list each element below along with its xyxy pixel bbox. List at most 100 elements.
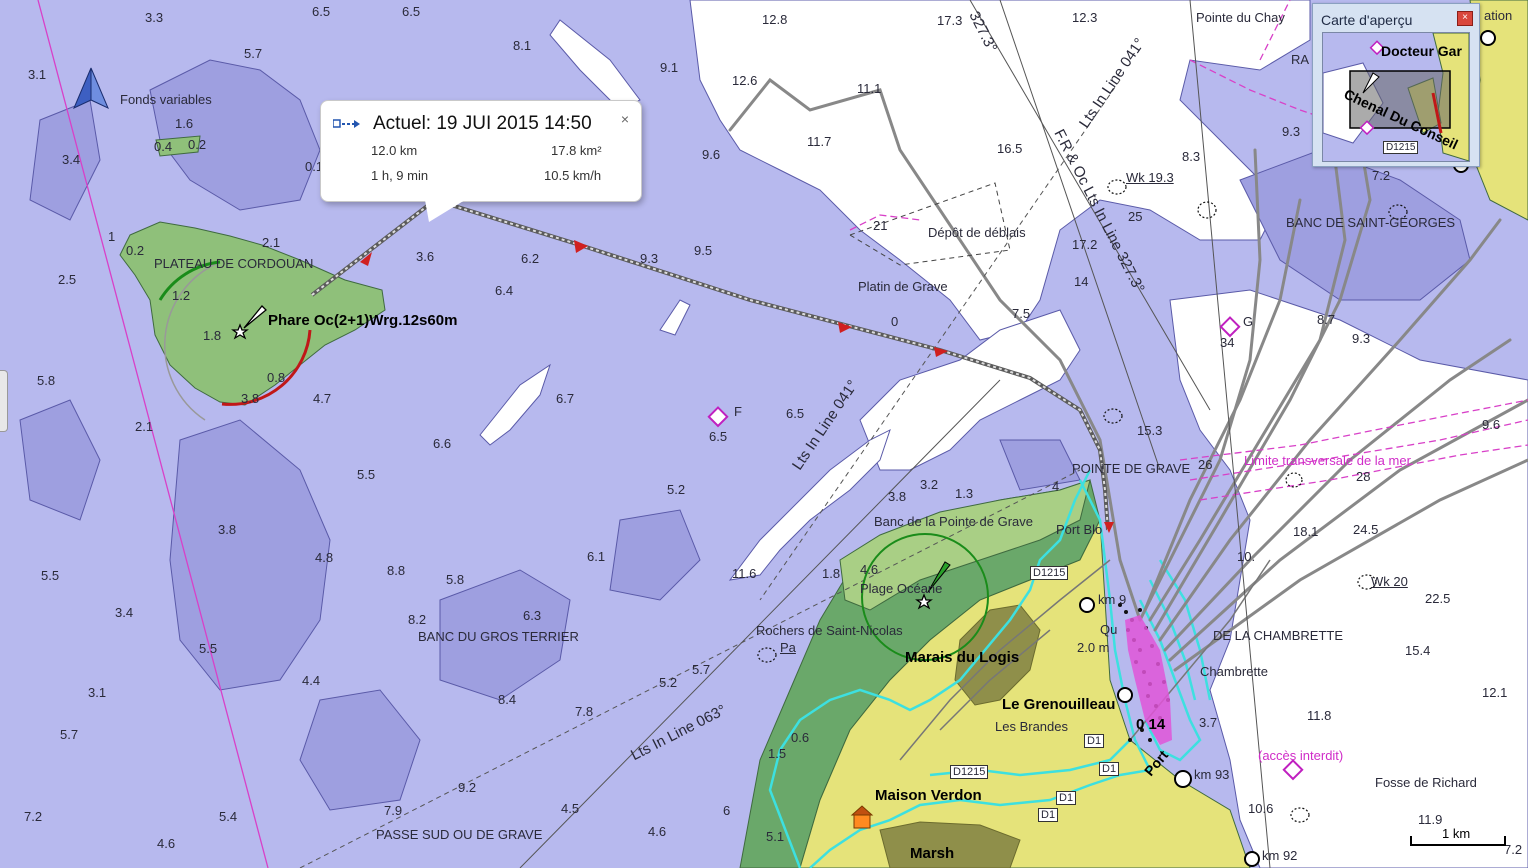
shoal-white-2 (659, 299, 691, 336)
depth-sounding: 22.5 (1425, 591, 1451, 606)
depth-sounding: 7.2 (1372, 168, 1391, 183)
overview-close-icon[interactable]: × (1457, 11, 1473, 26)
depth-sounding: 4 (1052, 479, 1060, 494)
depth-sounding: 1.3 (955, 486, 974, 501)
depth-sounding: 7.5 (1012, 306, 1031, 321)
track-info-popup[interactable]: Actuel: 19 JUI 2015 14:50 × 12.0 km 17.8… (320, 100, 642, 222)
depth-sounding: 2.1 (262, 235, 281, 250)
depth-sounding: 3.1 (88, 685, 107, 700)
depth-sounding: 12.3 (1072, 10, 1098, 25)
depth-sounding: 1.8 (203, 328, 222, 343)
label-limite-mer: Limite transversale de la mer (1244, 453, 1411, 468)
depth-sounding: 3.1 (28, 67, 47, 82)
label-chambrette: DE LA CHAMBRETTE (1213, 628, 1344, 643)
depth-sounding: 9.2 (458, 780, 477, 795)
depth-sounding: 2.1 (135, 419, 154, 434)
depth-sounding: 1.8 (822, 566, 841, 581)
label-pointe-grave: POINTE DE GRAVE (1072, 461, 1191, 476)
depth-sounding: 8.4 (498, 692, 517, 707)
depth-sounding: 6.1 (587, 549, 606, 564)
depth-sounding: 25 (1128, 209, 1143, 224)
depth-sounding: 0.4 (154, 139, 173, 154)
label-fonds-variables: Fonds variables (120, 92, 212, 107)
scale-bar: 1 km (1410, 826, 1506, 846)
overview-map-window[interactable]: Carte d'aperçu × Docteur Gar Chenal Du C… (1312, 3, 1480, 167)
depth-sounding: 6.5 (312, 4, 331, 19)
depth-sounding: 21 (873, 218, 888, 233)
depth-sounding: 9.3 (1282, 124, 1301, 139)
depth-sounding: 5.7 (60, 727, 79, 742)
depth-sounding: 1.2 (172, 288, 191, 303)
depth-sounding: 24.5 (1353, 522, 1379, 537)
label-pillar-g: G (1243, 314, 1254, 329)
label-plage-oceane: Plage Océane (860, 581, 943, 596)
popup-tail (416, 200, 466, 222)
label-chambrette-2: Chambrette (1200, 664, 1268, 679)
depth-sounding: 4.5 (561, 801, 580, 816)
popup-duration: 1 h, 9 min (371, 168, 429, 183)
label-les-brandes: Les Brandes (995, 719, 1068, 734)
depth-sounding: 6.7 (556, 391, 575, 406)
depth-sounding: 10.6 (1248, 801, 1274, 816)
close-icon[interactable]: × (621, 111, 629, 127)
depth-sounding: 4.6 (860, 562, 879, 577)
depth-sounding: 6.5 (786, 406, 805, 421)
road-d1-d: D1 (1038, 808, 1059, 822)
label-km93: km 93 (1194, 767, 1230, 782)
north-arrow-icon[interactable] (70, 66, 112, 110)
depth-sounding: 11.9 (1418, 812, 1443, 827)
depth-sounding: 7.2 (1504, 842, 1523, 857)
side-panel-handle[interactable] (0, 370, 8, 432)
popup-area: 17.8 km² (551, 143, 602, 158)
label-pointe-chay: Pointe du Chay (1196, 10, 1285, 25)
depth-sounding: 34 (1220, 335, 1235, 350)
depth-sounding: 4.7 (313, 391, 332, 406)
depth-sounding: 5.8 (446, 572, 465, 587)
overview-label-d1215: D1215 (1383, 141, 1419, 154)
depth-sounding: 7.9 (384, 803, 403, 818)
depth-sounding: 5.5 (199, 641, 218, 656)
depth-sounding: 4.6 (157, 836, 176, 851)
depth-sounding: 1.6 (175, 116, 194, 131)
depth-sounding: 6.5 (402, 4, 421, 19)
depth-sounding: 5.7 (692, 662, 711, 677)
depth-sounding: 9.5 (694, 243, 713, 258)
depth-sounding: 4.6 (648, 824, 667, 839)
label-maison-verdon[interactable]: Maison Verdon (875, 787, 982, 804)
depth-sounding: 0.8 (267, 370, 286, 385)
label-passe-sud: PASSE SUD OU DE GRAVE (376, 827, 543, 842)
depth-sounding: 11.1 (857, 81, 882, 96)
depth-sounding: 6.5 (709, 429, 728, 444)
popup-distance: 12.0 km (371, 143, 418, 158)
depth-sounding: 3.4 (62, 152, 81, 167)
label-km9: km 9 (1098, 592, 1127, 607)
label-fosse-richard: Fosse de Richard (1375, 775, 1477, 790)
depth-sounding: 5.5 (41, 568, 60, 583)
label-grenouilleau: Le Grenouilleau (1002, 696, 1116, 713)
depth-sounding: 9.1 (660, 60, 679, 75)
label-wk-20: Wk 20 (1371, 574, 1408, 589)
depth-sounding: 8.7 (1317, 312, 1336, 327)
depth-sounding: 3.7 (1199, 715, 1218, 730)
depth-sounding: 3.3 (145, 10, 164, 25)
label-acces-interdit: (accès interdit) (1258, 748, 1344, 763)
depth-sounding: 6.2 (521, 251, 540, 266)
depth-sounding: 0.2 (188, 137, 207, 152)
overview-map[interactable]: Docteur Gar Chenal Du Conseil D1215 (1322, 32, 1470, 162)
label-banc-pointe: Banc de la Pointe de Grave (874, 514, 1033, 529)
label-pa: Pa (780, 640, 796, 655)
depth-sounding: 7.2 (24, 809, 43, 824)
track-icon (333, 119, 360, 128)
depth-sounding: 7.8 (575, 704, 594, 719)
label-ra: RA (1291, 52, 1310, 67)
depth-sounding: 17.2 (1072, 237, 1098, 252)
depth-sounding: 11.8 (1307, 708, 1332, 723)
depth-sounding: 5.5 (357, 467, 376, 482)
label-0-14: 0 14 (1136, 716, 1166, 733)
label-platin-grave: Platin de Grave (858, 279, 948, 294)
depth-sounding: 3.2 (920, 477, 939, 492)
depth-sounding: 8.2 (408, 612, 427, 627)
depth-sounding: 1.5 (768, 746, 787, 761)
scale-label: 1 km (1442, 826, 1471, 841)
label-banc-saint-georges: BANC DE SAINT-GEORGES (1286, 215, 1456, 230)
